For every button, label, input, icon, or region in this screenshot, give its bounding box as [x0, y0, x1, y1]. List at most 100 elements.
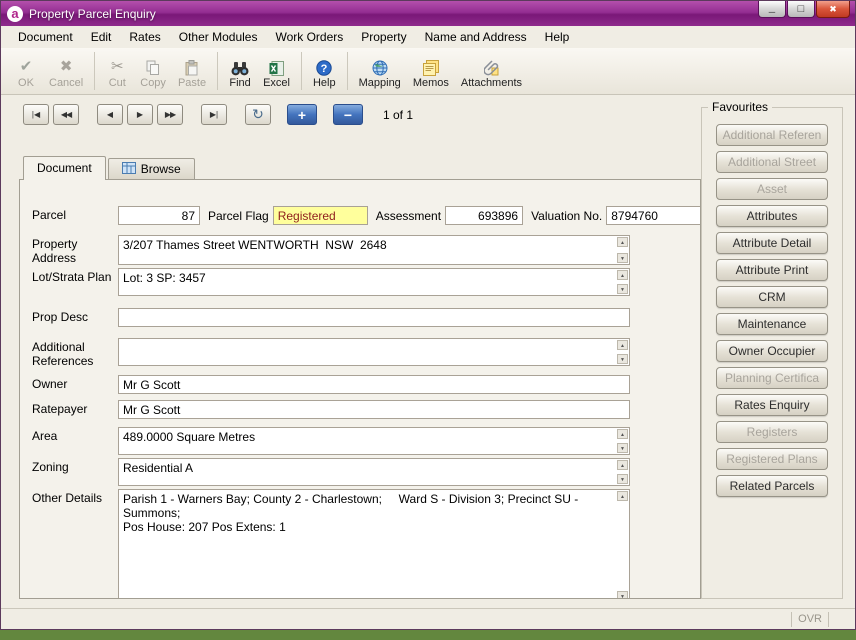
lot-strata-row: Lot/Strata Plan Lot: 3 SP: 3457 [32, 268, 692, 296]
fav-rates-enquiry-button[interactable]: Rates Enquiry [716, 394, 828, 416]
mapping-button[interactable]: Mapping [353, 51, 407, 91]
tab-bar: Document Browse [23, 156, 197, 179]
scroll-up-button[interactable] [617, 429, 628, 439]
menu-item-help[interactable]: Help [536, 27, 579, 47]
fav-owner-occupier-button[interactable]: Owner Occupier [716, 340, 828, 362]
maximize-button[interactable] [787, 1, 815, 18]
scroll-down-button[interactable] [617, 253, 628, 263]
scroll-up-button[interactable] [617, 270, 628, 280]
scroll-down-button[interactable] [617, 443, 628, 453]
scroll-up-button[interactable] [617, 340, 628, 350]
owner-value: Mr G Scott [123, 378, 180, 392]
minimize-button[interactable] [758, 1, 786, 18]
zoning-value: Residential A [119, 459, 629, 477]
refresh-icon[interactable] [245, 104, 271, 125]
toolbar-button-label: Cancel [49, 77, 83, 89]
parcel-row: Parcel 87 Parcel Flag Registered Assessm… [32, 206, 692, 225]
nav-last-record-button[interactable] [201, 104, 227, 125]
parcel-field[interactable]: 87 [118, 206, 200, 225]
valuation-label: Valuation No. [523, 206, 606, 223]
title-bar: a Property Parcel Enquiry [1, 1, 855, 26]
ratepayer-field[interactable]: Mr G Scott [118, 400, 630, 419]
lot-strata-label: Lot/Strata Plan [32, 268, 118, 284]
toolbar-separator [347, 52, 348, 90]
scroll-down-button[interactable] [617, 474, 628, 484]
toolbar-button-label: Cut [109, 77, 126, 89]
owner-field[interactable]: Mr G Scott [118, 375, 630, 394]
add-record-button[interactable] [287, 104, 317, 125]
valuation-value: 8794760 [611, 209, 658, 223]
nav-previous-button[interactable] [97, 104, 123, 125]
nav-next-button[interactable] [127, 104, 153, 125]
copy-icon [146, 57, 160, 76]
menu-item-name-and-address[interactable]: Name and Address [416, 27, 536, 47]
area-value: 489.0000 Square Metres [119, 428, 629, 446]
menu-item-edit[interactable]: Edit [82, 27, 121, 47]
ratepayer-label: Ratepayer [32, 400, 118, 416]
other-details-field[interactable]: Parish 1 - Warners Bay; County 2 - Charl… [118, 489, 630, 599]
scroll-down-button[interactable] [617, 284, 628, 294]
scroll-up-button[interactable] [617, 237, 628, 247]
prop-desc-field[interactable] [118, 308, 630, 327]
nav-previous-fast-button[interactable] [53, 104, 79, 125]
help-button[interactable]: ? Help [307, 51, 342, 91]
paste-button: Paste [172, 51, 212, 91]
area-field[interactable]: 489.0000 Square Metres [118, 427, 630, 455]
check-icon [20, 57, 33, 76]
fav-planning-certificate-button: Planning Certifica [716, 367, 828, 389]
tab-label: Browse [141, 162, 181, 176]
other-details-value: Parish 1 - Warners Bay; County 2 - Charl… [119, 490, 629, 536]
toolbar-button-label: Memos [413, 77, 449, 89]
main-area: 1 of 1 Document Browse Parcel 87 Parcel … [1, 95, 855, 608]
svg-text:?: ? [321, 63, 328, 75]
zoning-field[interactable]: Residential A [118, 458, 630, 486]
area-label: Area [32, 427, 118, 443]
fav-attributes-button[interactable]: Attributes [716, 205, 828, 227]
prop-desc-row: Prop Desc [32, 308, 692, 327]
ok-button: OK [9, 51, 43, 91]
menu-item-work-orders[interactable]: Work Orders [266, 27, 352, 47]
tab-browse[interactable]: Browse [108, 158, 195, 179]
nav-next-fast-button[interactable] [157, 104, 183, 125]
lot-strata-field[interactable]: Lot: 3 SP: 3457 [118, 268, 630, 296]
fav-related-parcels-button[interactable]: Related Parcels [716, 475, 828, 497]
other-details-label: Other Details [32, 489, 118, 505]
fav-crm-button[interactable]: CRM [716, 286, 828, 308]
scroll-up-button[interactable] [617, 460, 628, 470]
remove-record-button[interactable] [333, 104, 363, 125]
fav-maintenance-button[interactable]: Maintenance [716, 313, 828, 335]
menu-item-document[interactable]: Document [9, 27, 82, 47]
fav-attribute-detail-button[interactable]: Attribute Detail [716, 232, 828, 254]
fav-attribute-print-button[interactable]: Attribute Print [716, 259, 828, 281]
assessment-field[interactable]: 693896 [445, 206, 523, 225]
menu-item-property[interactable]: Property [352, 27, 415, 47]
tab-document[interactable]: Document [23, 156, 106, 179]
valuation-field[interactable]: 8794760 [606, 206, 701, 225]
menu-item-rates[interactable]: Rates [120, 27, 169, 47]
scroll-down-button[interactable] [617, 591, 628, 599]
record-navigation: 1 of 1 [23, 104, 413, 125]
ratepayer-row: Ratepayer Mr G Scott [32, 400, 692, 419]
additional-references-field[interactable] [118, 338, 630, 366]
cancel-button: Cancel [43, 51, 89, 91]
find-button[interactable]: Find [223, 51, 257, 91]
scroll-down-button[interactable] [617, 354, 628, 364]
other-details-row: Other Details Parish 1 - Warners Bay; Co… [32, 489, 692, 599]
binoculars-icon [231, 57, 249, 76]
scroll-up-button[interactable] [617, 491, 628, 501]
additional-references-row: Additional References [32, 338, 692, 368]
attachments-button[interactable]: Attachments [455, 51, 528, 91]
toolbar-button-label: Find [229, 77, 250, 89]
menu-item-other-modules[interactable]: Other Modules [170, 27, 267, 47]
excel-button[interactable]: Excel [257, 51, 296, 91]
parcel-flag-field[interactable]: Registered [273, 206, 368, 225]
toolbar-separator [301, 52, 302, 90]
property-address-field[interactable]: 3/207 Thames Street WENTWORTH NSW 2648 [118, 235, 630, 265]
paste-icon [185, 57, 199, 76]
nav-first-record-button[interactable] [23, 104, 49, 125]
fav-registers-button: Registers [716, 421, 828, 443]
fav-registered-plans-button: Registered Plans [716, 448, 828, 470]
memos-button[interactable]: Memos [407, 51, 455, 91]
paperclip-icon [484, 57, 499, 76]
close-button[interactable] [816, 1, 850, 18]
